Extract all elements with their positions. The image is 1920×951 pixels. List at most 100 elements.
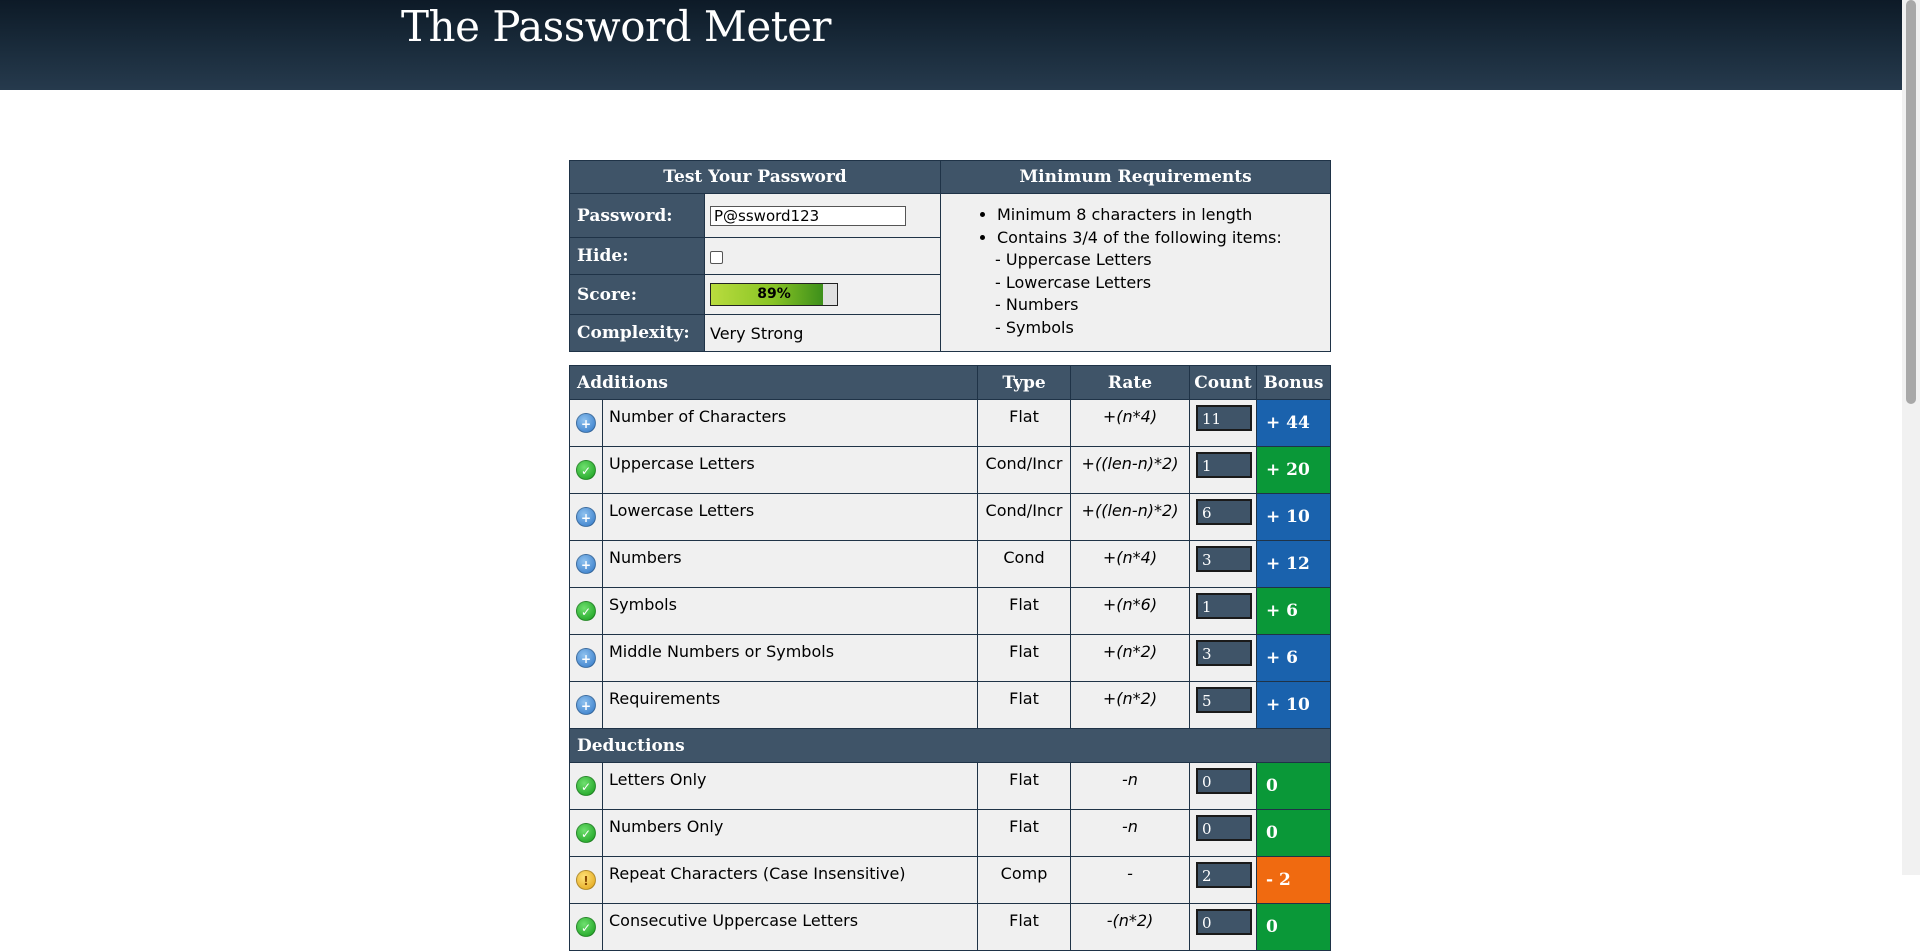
status-cell: +	[569, 634, 603, 682]
table-row: + Numbers Cond +(n*4) 3 + 12	[569, 540, 1331, 588]
bonus-value: - 2	[1256, 856, 1331, 904]
requirements-list: Minimum 8 characters in length Contains …	[941, 204, 1330, 339]
count-field: 3	[1196, 546, 1252, 572]
complexity-label: Complexity:	[569, 314, 705, 352]
criteria-name: Lowercase Letters	[602, 493, 978, 541]
criteria-type: Flat	[977, 587, 1071, 635]
requirement-sub-item: - Uppercase Letters	[995, 250, 1152, 269]
check-circle-icon: ✓	[576, 460, 596, 480]
test-password-table: Test Your Password Minimum Requirements …	[569, 160, 1331, 352]
table-row: ✓ Numbers Only Flat -n 0 0	[569, 809, 1331, 857]
table-row: ✓ Consecutive Uppercase Letters Flat -(n*2)…	[569, 903, 1331, 951]
requirement-sub-item: - Lowercase Letters	[995, 272, 1152, 292]
count-field: 5	[1196, 687, 1252, 713]
criteria-type: Comp	[977, 856, 1071, 904]
status-cell: ✓	[569, 809, 603, 857]
status-cell: ✓	[569, 762, 603, 810]
score-text: 89%	[757, 286, 791, 302]
status-cell: +	[569, 681, 603, 729]
criteria-rate: -	[1070, 856, 1190, 904]
bonus-value: + 44	[1256, 399, 1331, 447]
count-field: 0	[1196, 815, 1252, 841]
criteria-type: Cond	[977, 540, 1071, 588]
vertical-scrollbar[interactable]	[1902, 0, 1920, 875]
count-field: 1	[1196, 593, 1252, 619]
additions-heading: Additions	[569, 365, 978, 400]
bonus-value: + 10	[1256, 493, 1331, 541]
criteria-name: Repeat Characters (Case Insensitive)	[602, 856, 978, 904]
status-cell: +	[569, 399, 603, 447]
criteria-name: Uppercase Letters	[602, 446, 978, 494]
criteria-rate: -n	[1070, 809, 1190, 857]
plus-circle-icon: +	[576, 554, 596, 574]
check-circle-icon: ✓	[576, 601, 596, 621]
table-row: ✓ Letters Only Flat -n 0 0	[569, 762, 1331, 810]
count-cell: 1	[1189, 587, 1257, 635]
score-cell: 89%	[704, 274, 941, 315]
criteria-type: Flat	[977, 762, 1071, 810]
table-row: + Number of Characters Flat +(n*4) 11 + 44	[569, 399, 1331, 447]
criteria-name: Requirements	[602, 681, 978, 729]
hide-checkbox[interactable]	[710, 250, 723, 264]
check-circle-icon: ✓	[576, 917, 596, 937]
bonus-value: 0	[1256, 762, 1331, 810]
bonus-value: + 12	[1256, 540, 1331, 588]
criteria-rate: +(n*4)	[1070, 540, 1190, 588]
criteria-rate: +((len-n)*2)	[1070, 493, 1190, 541]
count-cell: 3	[1189, 540, 1257, 588]
warning-circle-icon: !	[576, 870, 596, 890]
count-cell: 6	[1189, 493, 1257, 541]
criteria-name: Middle Numbers or Symbols	[602, 634, 978, 682]
criteria-type: Flat	[977, 399, 1071, 447]
plus-circle-icon: +	[576, 648, 596, 668]
criteria-type: Flat	[977, 809, 1071, 857]
bonus-value: 0	[1256, 809, 1331, 857]
requirements-cell: Minimum 8 characters in length Contains …	[940, 193, 1331, 352]
count-field: 11	[1196, 405, 1252, 431]
criteria-type: Flat	[977, 903, 1071, 951]
type-column-header: Type	[977, 365, 1071, 400]
site-title: The Password Meter	[401, 2, 832, 51]
minimum-requirements-heading: Minimum Requirements	[940, 160, 1331, 194]
table-row: + Lowercase Letters Cond/Incr +((len-n)*2) 6…	[569, 493, 1331, 541]
bonus-value: 0	[1256, 903, 1331, 951]
status-cell: !	[569, 856, 603, 904]
count-field: 0	[1196, 909, 1252, 935]
status-cell: +	[569, 540, 603, 588]
deductions-body: ✓ Letters Only Flat -n 0 0 ✓ Numbers Only Flat -n…	[569, 762, 1331, 951]
deductions-heading: Deductions	[569, 728, 1331, 763]
count-field: 2	[1196, 862, 1252, 888]
status-cell: ✓	[569, 903, 603, 951]
bonus-value: + 10	[1256, 681, 1331, 729]
criteria-type: Flat	[977, 634, 1071, 682]
criteria-rate: +((len-n)*2)	[1070, 446, 1190, 494]
hide-label: Hide:	[569, 237, 705, 275]
plus-circle-icon: +	[576, 695, 596, 715]
password-label: Password:	[569, 193, 705, 238]
password-input[interactable]	[710, 205, 906, 226]
criteria-name: Letters Only	[602, 762, 978, 810]
count-field: 0	[1196, 768, 1252, 794]
test-your-password-heading: Test Your Password	[569, 160, 941, 194]
count-field: 6	[1196, 499, 1252, 525]
criteria-name: Consecutive Uppercase Letters	[602, 903, 978, 951]
criteria-rate: +(n*2)	[1070, 634, 1190, 682]
scrollbar-thumb[interactable]	[1906, 0, 1916, 404]
criteria-rate: +(n*6)	[1070, 587, 1190, 635]
count-cell: 0	[1189, 762, 1257, 810]
password-cell	[704, 193, 941, 238]
count-cell: 5	[1189, 681, 1257, 729]
criteria-name: Number of Characters	[602, 399, 978, 447]
additions-body: + Number of Characters Flat +(n*4) 11 + 44 ✓ Up…	[569, 399, 1331, 729]
criteria-name: Symbols	[602, 587, 978, 635]
status-cell: +	[569, 493, 603, 541]
score-bar: 89%	[710, 283, 838, 306]
bonus-value: + 6	[1256, 634, 1331, 682]
table-row: + Middle Numbers or Symbols Flat +(n*2) 3 + 6	[569, 634, 1331, 682]
requirement-sub-item: - Symbols	[995, 317, 1074, 337]
count-cell: 2	[1189, 856, 1257, 904]
plus-circle-icon: +	[576, 413, 596, 433]
criteria-name: Numbers Only	[602, 809, 978, 857]
table-row: ✓ Symbols Flat +(n*6) 1 + 6	[569, 587, 1331, 635]
rate-column-header: Rate	[1070, 365, 1190, 400]
